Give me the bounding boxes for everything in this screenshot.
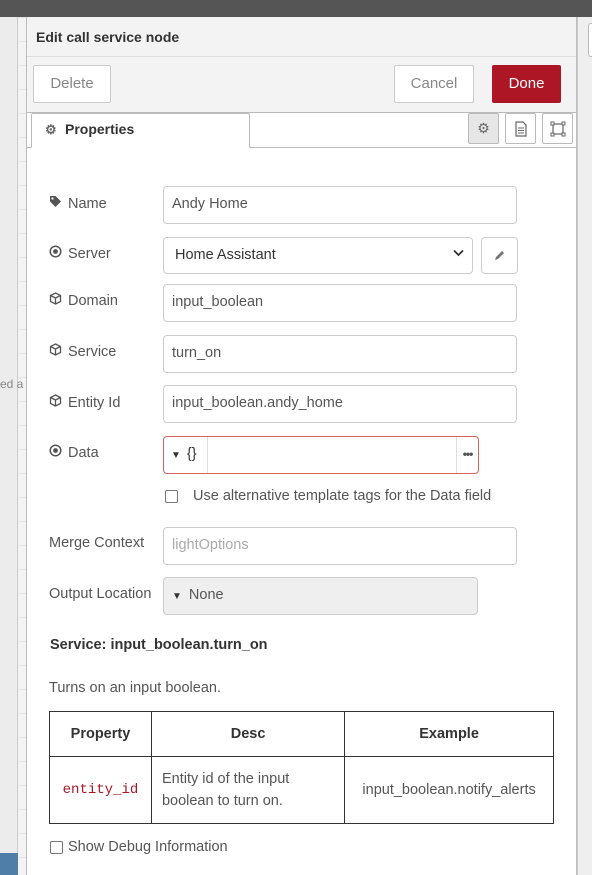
name-label-text: Name (68, 196, 107, 212)
data-typed-input[interactable]: ▼ {} ••• (163, 436, 479, 474)
server-label: Server (49, 245, 111, 262)
merge-context-label: Merge Context (49, 535, 145, 551)
show-debug-checkbox[interactable] (50, 841, 63, 854)
data-label: Data (49, 444, 99, 461)
tab-bar: ⚙ Properties ⚙ (27, 113, 576, 148)
service-input[interactable]: turn_on (163, 335, 517, 373)
entity-id-label-text: Entity Id (68, 395, 121, 411)
service-info-description: Turns on an input boolean. (49, 680, 221, 696)
workspace-node-label: ed a (0, 377, 24, 391)
table-header-row: Property Desc Example (49, 711, 554, 757)
table-row: entity_id Entity id of the input boolean… (49, 756, 554, 824)
edit-server-button[interactable] (481, 237, 518, 274)
server-select[interactable]: Home Assistant (163, 237, 473, 274)
output-location-select[interactable]: ▼ None (163, 577, 478, 615)
workspace-footer (0, 853, 18, 875)
server-label-text: Server (68, 246, 111, 262)
expand-editor-icon[interactable]: ••• (456, 437, 478, 473)
gear-icon: ⚙ (477, 120, 490, 136)
header-example: Example (344, 711, 554, 757)
edit-tray: Edit call service node Delete Cancel Don… (26, 17, 577, 875)
caret-down-icon: ▼ (171, 450, 181, 461)
flow-workspace: ed a (0, 17, 26, 875)
file-text-icon (514, 121, 527, 137)
service-label-text: Service (68, 344, 117, 360)
delete-button[interactable]: Delete (33, 65, 111, 103)
data-type-select[interactable]: ▼ {} (164, 437, 208, 473)
editor-top-bar (0, 0, 592, 17)
header-property: Property (49, 711, 152, 757)
output-location-value: None (188, 587, 224, 603)
sidebar-edge (577, 17, 592, 875)
name-label: Name (49, 195, 107, 212)
pencil-icon (495, 251, 504, 260)
data-label-text: Data (68, 445, 99, 461)
entity-id-input[interactable]: input_boolean.andy_home (163, 385, 517, 423)
domain-label-text: Domain (68, 293, 118, 309)
alt-template-tags-checkbox[interactable] (165, 490, 178, 503)
properties-tab-button[interactable]: ⚙ (468, 113, 499, 144)
service-properties-table: Property Desc Example entity_id Entity i… (49, 711, 554, 824)
domain-label: Domain (49, 292, 118, 309)
alt-template-tags-label: Use alternative template tags for the Da… (193, 488, 492, 504)
tray-header: Edit call service node (27, 17, 576, 57)
cube-icon (49, 394, 63, 410)
dot-circle-icon (49, 245, 63, 261)
service-info-title: Service: input_boolean.turn_on (50, 637, 268, 653)
data-type-value: {} (186, 446, 197, 462)
domain-input[interactable]: input_boolean (163, 284, 517, 322)
tray-toolbar: Delete Cancel Done (27, 57, 576, 113)
chevron-down-icon (453, 246, 464, 260)
show-debug-label: Show Debug Information (68, 839, 228, 855)
appearance-icon (550, 121, 565, 137)
appearance-tab-button[interactable] (542, 113, 573, 144)
service-label: Service (49, 343, 116, 360)
server-select-value: Home Assistant (175, 247, 276, 263)
output-location-label: Output Location (49, 586, 152, 602)
merge-context-input[interactable]: lightOptions (163, 527, 517, 565)
desc-cell: Entity id of the input boolean to turn o… (150, 756, 346, 824)
tag-icon (49, 195, 63, 211)
description-tab-button[interactable] (505, 113, 536, 144)
example-cell: input_boolean.notify_alerts (344, 756, 554, 824)
dot-circle-icon (49, 444, 63, 460)
entity-id-label: Entity Id (49, 394, 120, 411)
tab-properties-label: Properties (65, 121, 135, 137)
name-input[interactable]: Andy Home (163, 186, 517, 224)
gear-icon: ⚙ (45, 122, 57, 137)
cube-icon (49, 343, 63, 359)
sidebar-tab[interactable] (588, 23, 592, 57)
header-desc: Desc (150, 711, 346, 757)
cancel-button[interactable]: Cancel (394, 65, 474, 103)
property-cell: entity_id (49, 756, 152, 824)
caret-down-icon: ▼ (172, 591, 182, 602)
palette-edge (0, 17, 18, 875)
done-button[interactable]: Done (492, 65, 561, 103)
tab-properties[interactable]: ⚙ Properties (31, 113, 250, 148)
cube-icon (49, 292, 63, 308)
tray-title: Edit call service node (36, 29, 180, 45)
